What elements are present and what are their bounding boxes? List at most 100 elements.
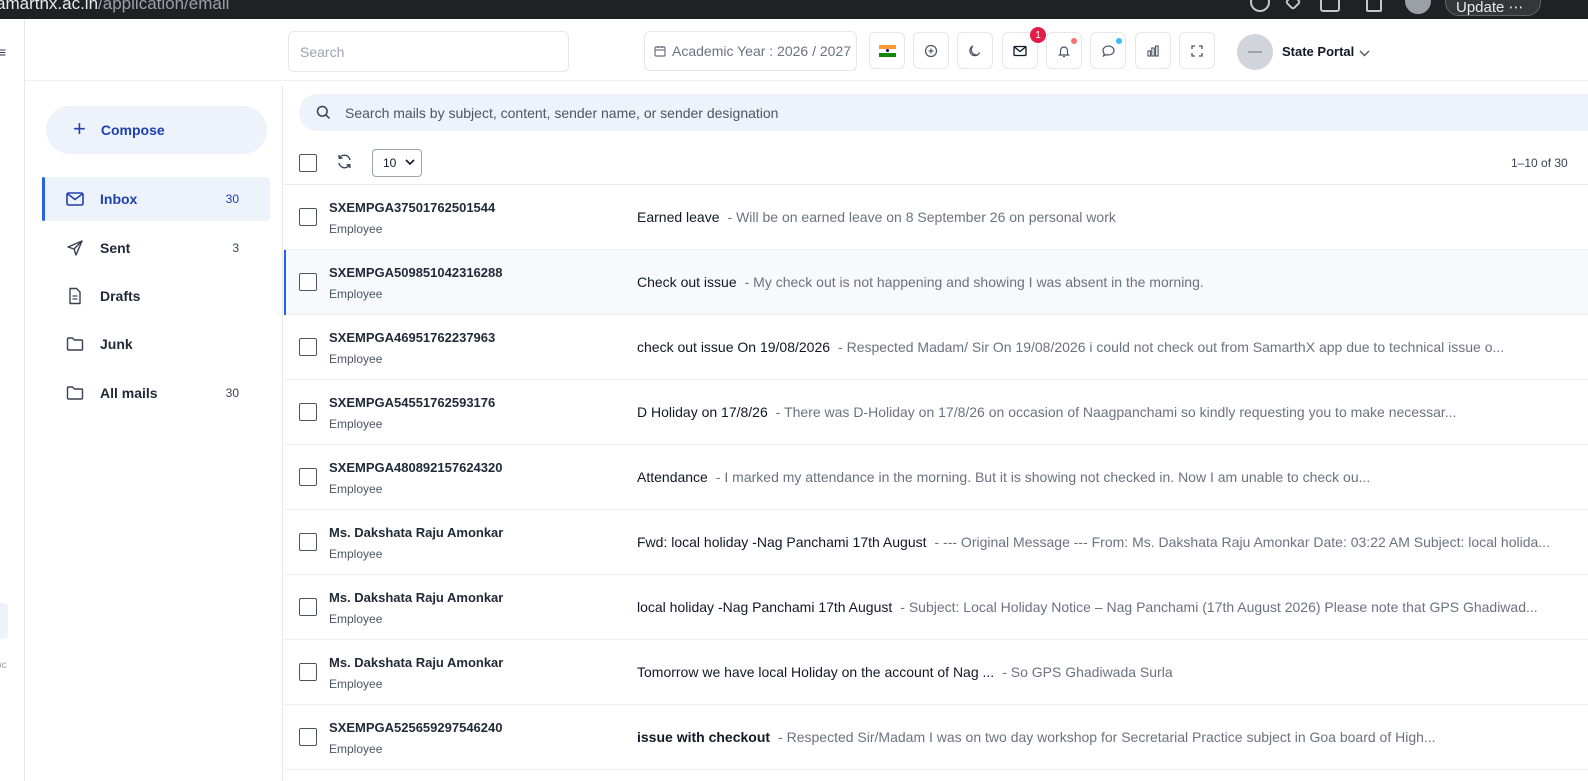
mail-preview: - Subject: Local Holiday Notice – Nag Pa… [900,599,1538,615]
academic-year-selector[interactable]: Academic Year : 2026 / 2027 [644,31,857,71]
row-checkbox[interactable] [299,533,317,551]
mail-row[interactable]: SXEMPGA37501762501544 Employee Earned le… [284,185,1588,250]
fullscreen-icon [1191,44,1203,57]
mail-subject-line: Check out issue - My check out is not hap… [637,274,1577,290]
mail-subject-line: issue with checkout - Respected Sir/Madam… [637,729,1577,745]
mail-preview: - I marked my attendance in the morning.… [715,469,1371,485]
mail-search-input[interactable] [345,104,1588,121]
refresh-icon[interactable] [336,153,353,170]
plus-icon: + [73,116,86,141]
sidebar-item-label: Sent [100,240,131,256]
mail-sender-role: Employee [329,352,383,366]
row-checkbox[interactable] [299,663,317,681]
mail-row[interactable]: SXEMPGA509851042316288 Employee Check ou… [284,250,1588,315]
sidebar-item-junk[interactable]: Junk [42,322,270,366]
calendar-icon [654,46,666,57]
sidebar-item-drafts[interactable]: Drafts [42,274,270,318]
mail-row[interactable]: Ms. Dakshata Raju Amonkar Employee Tomor… [284,640,1588,705]
mail-row[interactable]: Ms. Dakshata Raju Amonkar Employee local… [284,575,1588,640]
mail-subject-line: D Holiday on 17/8/26 - There was D-Holida… [637,404,1577,420]
chevron-down-icon[interactable] [1359,50,1370,57]
left-rail: ≡ oc [0,19,25,781]
collapsed-nav-item[interactable] [0,603,8,639]
key-icon[interactable] [1284,0,1302,11]
chat-bubble-icon [1101,44,1115,57]
mail-subject: D Holiday on 17/8/26 [637,404,768,420]
sidebar-item-count: 30 [225,386,239,400]
mail-sender: SXEMPGA525659297546240 [329,720,503,735]
mail-row[interactable]: SXEMPGA525659297546240 Employee issue wi… [284,705,1588,770]
compose-label: Compose [100,122,165,138]
mail-subject-line: Earned leave - Will be on earned leave on… [637,209,1577,225]
mail-sender: Ms. Dakshata Raju Amonkar [329,655,504,670]
mail-preview: - Will be on earned leave on 8 September… [727,209,1116,225]
academic-year-label: Academic Year : 2026 / 2027 [672,43,852,59]
mail-preview: - Respected Madam/ Sir On 19/08/2026 i c… [838,339,1505,355]
update-label: Update [1456,0,1505,16]
row-checkbox[interactable] [299,208,317,226]
analytics-button[interactable] [1135,32,1171,69]
mail-subject-line: Tomorrow we have local Holiday on the ac… [637,664,1577,680]
mail-row[interactable]: SXEMPGA54551762593176 Employee D Holiday… [284,380,1588,445]
row-checkbox[interactable] [299,468,317,486]
fullscreen-button[interactable] [1179,32,1215,69]
profile-name[interactable]: State Portal [1282,44,1354,59]
bell-icon [1058,45,1070,57]
row-checkbox[interactable] [299,273,317,291]
search-icon[interactable] [1250,0,1270,12]
moon-icon [969,44,981,56]
mail-preview: - Respected Sir/Madam I was on two day w… [778,729,1436,745]
mail-row[interactable]: SXEMPGA46951762237963 Employee check out… [284,315,1588,380]
mail-row[interactable]: Ms. Dakshata Raju Amonkar Employee Fwd: … [284,510,1588,575]
mail-subject-line: Fwd: local holiday -Nag Panchami 17th Au… [637,534,1577,550]
flag-stripe-green [878,52,896,57]
mail-subject: Tomorrow we have local Holiday on the ac… [637,664,995,680]
row-checkbox[interactable] [299,338,317,356]
compose-button[interactable]: + Compose [46,106,267,154]
avatar[interactable] [1237,34,1273,70]
mail-sender: SXEMPGA480892157624320 [329,460,503,475]
mail-subject: Earned leave [637,209,720,225]
add-shortcut-button[interactable] [913,32,949,69]
mail-subject: Check out issue [637,274,737,290]
row-checkbox[interactable] [299,728,317,746]
mail-badge: 1 [1029,26,1047,44]
mail-sender-role: Employee [329,612,383,626]
document-icon [69,287,81,305]
tab-search-icon[interactable] [1366,0,1382,12]
sidebar-item-count: 30 [225,192,239,206]
mail-preview: - --- Original Message --- From: Ms. Dak… [934,534,1550,550]
mail-sender-role: Employee [329,287,383,301]
mail-row[interactable]: SXEMPGA480892157624320 Employee Attendan… [284,445,1588,510]
profile-avatar-icon[interactable] [1405,0,1431,14]
menu-icon[interactable]: ≡ [0,44,6,60]
update-button[interactable]: Update ⋯ [1445,0,1541,16]
sidebar-item-sent[interactable]: Sent 3 [42,226,270,270]
notifications-button[interactable] [1046,32,1082,69]
mail-preview: - My check out is not happening and show… [744,274,1204,290]
search-icon [316,105,331,120]
mail-sender-role: Employee [329,417,383,431]
bar-chart-icon [1147,44,1159,57]
collapsed-nav-label: oc [0,660,7,671]
sidebar-item-all-mails[interactable]: All mails 30 [42,371,270,415]
mail-sender: SXEMPGA54551762593176 [329,395,496,410]
sidebar-item-count: 3 [232,241,239,255]
global-search-input[interactable] [289,32,568,71]
plus-circle-icon [924,44,938,57]
row-checkbox[interactable] [299,598,317,616]
notification-dot [1071,38,1077,44]
star-icon[interactable] [1320,0,1340,12]
page-size-select[interactable]: 10 [372,149,422,177]
address-bar[interactable]: amarthx.ac.in/application/email [0,0,229,14]
row-checkbox[interactable] [299,403,317,421]
mail-subject-line: local holiday -Nag Panchami 17th August -… [637,599,1577,615]
dark-mode-button[interactable] [957,32,993,69]
mail-sender-role: Employee [329,677,383,691]
folder-icon [66,386,84,400]
send-icon [67,240,83,256]
mail-sender: Ms. Dakshata Raju Amonkar [329,590,504,605]
sidebar-item-inbox[interactable]: Inbox 30 [42,177,270,221]
select-all-checkbox[interactable] [299,154,317,172]
language-button[interactable] [869,32,905,69]
